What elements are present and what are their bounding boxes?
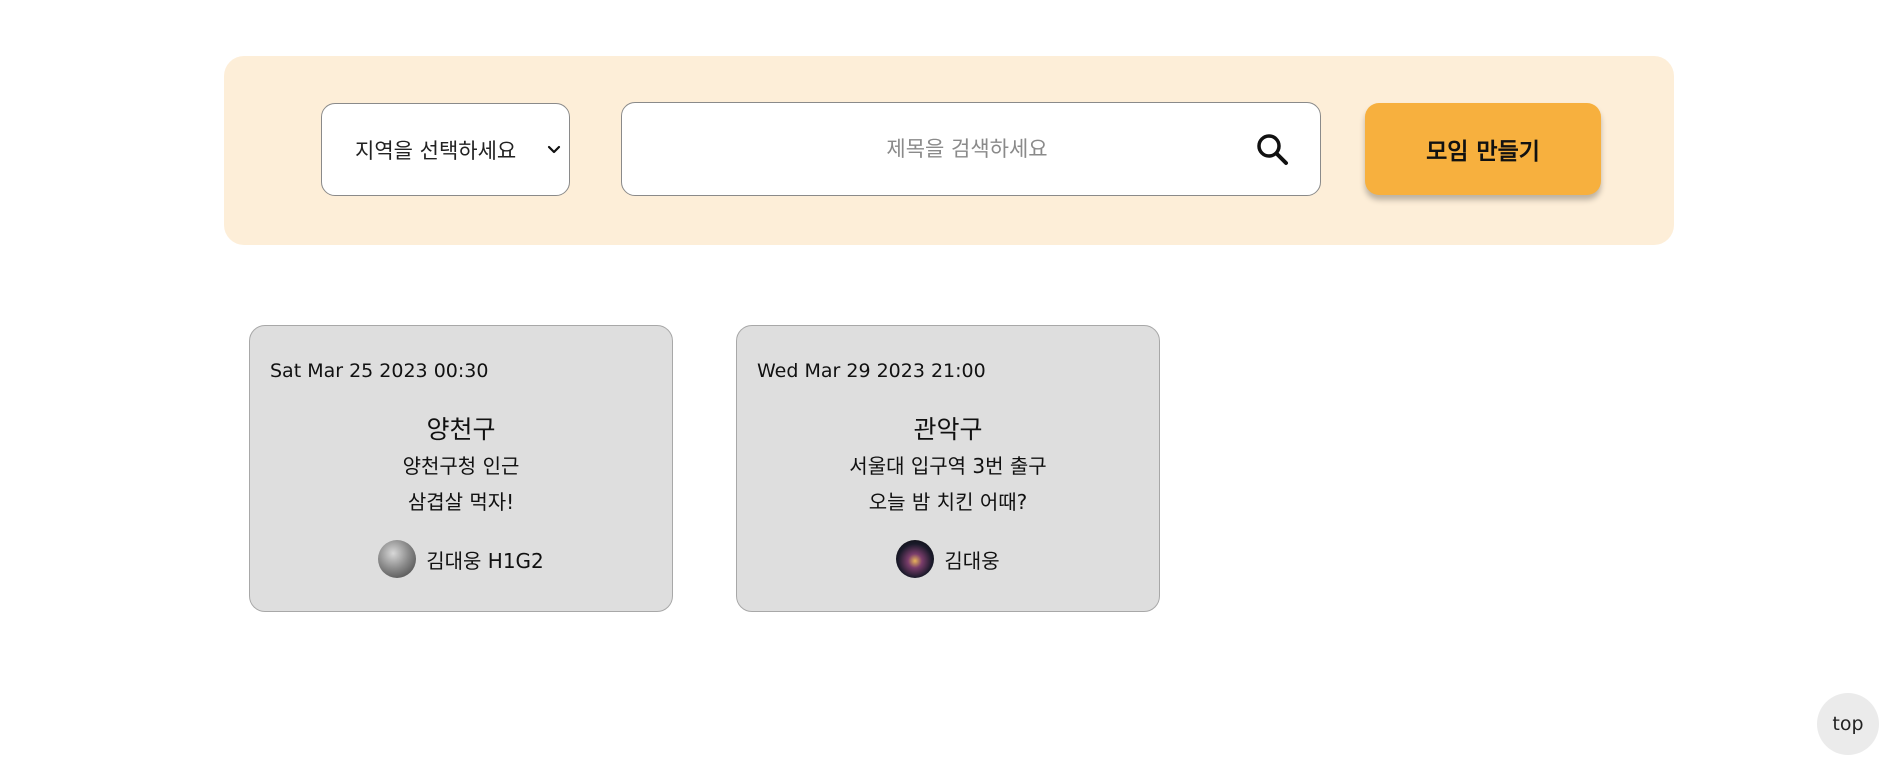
meeting-author: 김대웅 <box>737 540 1159 578</box>
chevron-down-icon <box>545 141 563 159</box>
meeting-date: Sat Mar 25 2023 00:30 <box>270 360 489 382</box>
meeting-card[interactable]: Sat Mar 25 2023 00:30 양천구 양천구청 인근 삼겹살 먹자… <box>249 325 673 612</box>
meeting-place: 서울대 입구역 3번 출구 <box>849 454 1047 478</box>
meeting-card[interactable]: Wed Mar 29 2023 21:00 관악구 서울대 입구역 3번 출구 … <box>736 325 1160 612</box>
search-box <box>621 102 1321 196</box>
meeting-date: Wed Mar 29 2023 21:00 <box>757 360 986 382</box>
create-meeting-button[interactable]: 모임 만들기 <box>1365 103 1601 195</box>
search-panel: 지역을 선택하세요 모임 만들기 <box>224 56 1674 245</box>
meeting-title: 삼겹살 먹자! <box>407 490 515 514</box>
meeting-title: 오늘 밤 치킨 어때? <box>868 490 1028 514</box>
meeting-region: 관악구 <box>913 415 983 444</box>
avatar <box>896 540 935 578</box>
scroll-top-button[interactable]: top <box>1817 693 1879 755</box>
avatar <box>378 540 417 578</box>
author-name: 김대웅 H1G2 <box>426 548 544 573</box>
search-input[interactable] <box>622 103 1232 195</box>
author-name: 김대웅 <box>944 548 1000 573</box>
region-select-value: 지역을 선택하세요 <box>355 138 517 163</box>
region-select[interactable]: 지역을 선택하세요 <box>321 103 570 196</box>
meeting-place: 양천구청 인근 <box>402 454 520 478</box>
meeting-author: 김대웅 H1G2 <box>250 540 672 578</box>
search-icon[interactable] <box>1232 103 1312 195</box>
meeting-region: 양천구 <box>426 415 496 444</box>
